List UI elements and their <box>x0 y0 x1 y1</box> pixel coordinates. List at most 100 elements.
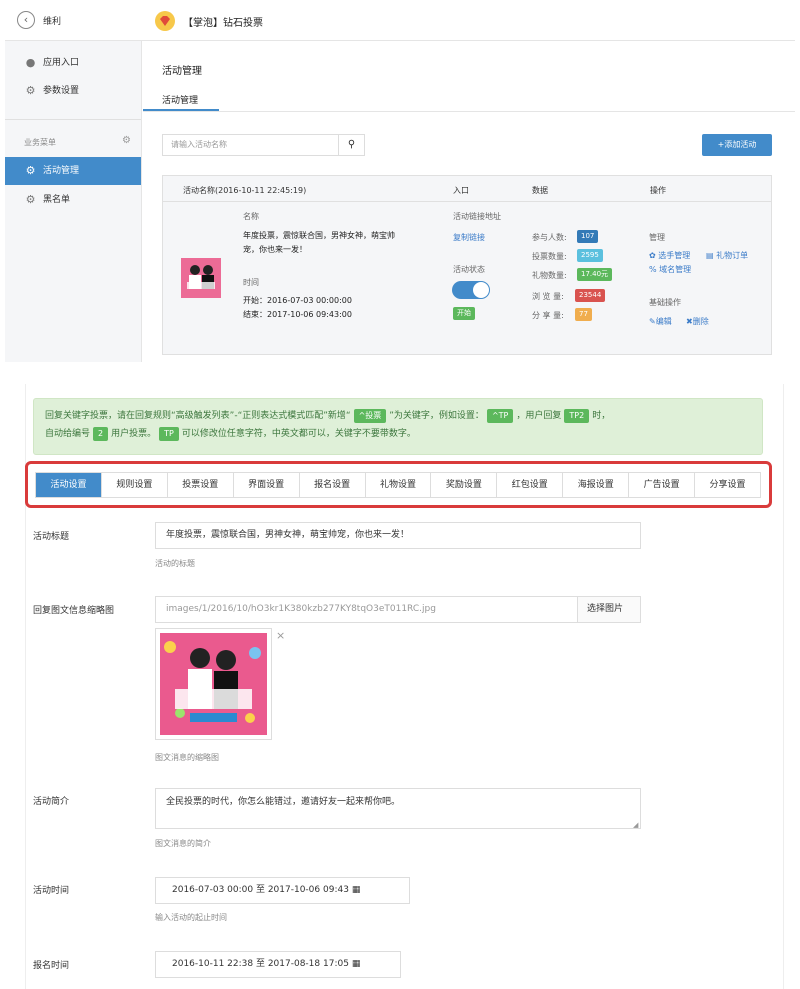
tab-activity-settings[interactable]: 活动设置 <box>36 473 102 497</box>
preview-image <box>160 633 267 735</box>
stat-label: 投票数量: <box>532 252 567 261</box>
stat-label: 礼物数量: <box>532 271 567 280</box>
time-range-value: 2016-07-03 00:00 至 2017-10-06 09:43 <box>172 885 349 895</box>
tab-gift-settings[interactable]: 礼物设置 <box>366 473 432 497</box>
title-help: 活动的标题 <box>155 559 195 568</box>
gear-icon[interactable]: ⚙ <box>122 135 131 146</box>
intro-textarea[interactable]: 全民投票的时代，你怎么能错过，邀请好友一起来帮你吧。 <box>155 788 641 829</box>
intro-help: 图文消息的简介 <box>155 839 211 848</box>
domain-manage-link[interactable]: % 域名管理 <box>649 264 691 275</box>
tab-ui-settings[interactable]: 界面设置 <box>234 473 300 497</box>
tab-poster-settings[interactable]: 海报设置 <box>563 473 630 497</box>
end-time: 结束：2017-10-06 09:43:00 <box>243 310 352 319</box>
calendar-icon: ▦ <box>351 885 361 895</box>
toggle-knob <box>473 282 489 298</box>
tab-activity-manage[interactable]: 活动管理 <box>162 93 198 106</box>
sidebar-item-blacklist[interactable]: ⚙ 黑名单 <box>5 186 141 214</box>
intro-label: 活动简介 <box>33 797 70 807</box>
signup-time-label: 报名时间 <box>33 961 70 971</box>
stat-badge: 77 <box>575 308 592 321</box>
add-activity-button[interactable]: +添加活动 <box>702 134 772 156</box>
signup-time-input[interactable]: 2016-10-11 22:38 至 2017-08-18 17:05 ▦ <box>155 951 401 978</box>
copy-link[interactable]: 复制链接 <box>453 232 485 243</box>
thumb-label: 回复图文信息缩略图 <box>33 606 115 616</box>
notice-text: 回复关键字投票，请在回复规则“高级触发列表”-“正则表达式模式匹配”新增“ <box>45 411 351 421</box>
choose-image-button[interactable]: 选择图片 <box>577 596 641 623</box>
basic-ops-label: 基础操作 <box>649 298 681 307</box>
thumbnail-image <box>181 258 221 298</box>
status-toggle[interactable] <box>452 281 490 299</box>
sidebar-section-title: 业务菜单 <box>24 138 56 147</box>
sidebar-item-activity[interactable]: ⚙ 活动管理 <box>5 157 141 185</box>
notice-text: 自动给编号 <box>45 429 91 439</box>
sidebar-item-label: 黑名单 <box>43 195 71 205</box>
search-icon: ⚲ <box>347 139 356 150</box>
page-title: 活动管理 <box>162 66 202 77</box>
activity-name-line1: 年度投票，震惊联合国，男神女神，萌宝帅 <box>243 231 395 240</box>
search-button[interactable]: ⚲ <box>339 134 365 156</box>
title-label: 活动标题 <box>33 532 70 542</box>
notice-tag: ^TP <box>486 409 514 423</box>
col-activity: 活动名称(2016-10-11 22:45:19) <box>183 186 307 195</box>
divider <box>5 119 141 120</box>
notice-text: ”为关键字，例如设置： <box>389 411 484 421</box>
player-manage-link[interactable]: ✿ 选手管理 <box>649 250 690 261</box>
notice-text: ，用户回复 <box>516 411 562 421</box>
stat-label: 参与人数: <box>532 233 567 242</box>
divider <box>143 111 795 112</box>
sidebar-item-label: 参数设置 <box>43 86 80 96</box>
back-label[interactable]: 维利 <box>43 14 61 27</box>
activity-time-input[interactable]: 2016-07-03 00:00 至 2017-10-06 09:43 ▦ <box>155 877 410 904</box>
app-logo <box>155 11 175 31</box>
stat-badge: 2595 <box>577 249 603 262</box>
notice-tag: ^投票 <box>353 409 387 423</box>
sidebar-item-app-entry[interactable]: ● 应用入口 <box>5 49 141 77</box>
stat-badge: 107 <box>577 230 599 243</box>
thumb-help: 图文消息的缩略图 <box>155 753 219 762</box>
keyword-notice: 回复关键字投票，请在回复规则“高级触发列表”-“正则表达式模式匹配”新增“ ^投票… <box>33 398 763 455</box>
time-label: 时间 <box>243 278 259 287</box>
edit-icon: ✎ <box>649 317 656 326</box>
stat-badge: 23544 <box>575 289 606 302</box>
chat-icon: ● <box>25 56 36 69</box>
edit-link[interactable]: ✎编辑 <box>649 316 672 327</box>
entry-link-label: 活动链接地址 <box>453 212 501 221</box>
gift-order-link[interactable]: ▤ 礼物订单 <box>706 250 748 261</box>
gear-icon: ⚙ <box>25 164 36 177</box>
status-badge: 开始 <box>453 307 475 320</box>
divider <box>783 384 784 989</box>
time-label: 活动时间 <box>33 886 70 896</box>
settings-tabs: 活动设置 规则设置 投票设置 界面设置 报名设置 礼物设置 奖励设置 红包设置 … <box>35 472 761 498</box>
sidebar-item-label: 活动管理 <box>43 166 80 176</box>
status-label: 活动状态 <box>453 265 485 274</box>
tab-share-settings[interactable]: 分享设置 <box>695 473 760 497</box>
notice-tag: 2 <box>93 427 109 441</box>
notice-text: 时， <box>592 411 611 421</box>
tab-vote-settings[interactable]: 投票设置 <box>168 473 234 497</box>
tab-rule-settings[interactable]: 规则设置 <box>102 473 168 497</box>
time-help: 输入活动的起止时间 <box>155 913 227 922</box>
remove-image-icon[interactable]: × <box>276 629 285 642</box>
tab-redpacket-settings[interactable]: 红包设置 <box>497 473 564 497</box>
gear-icon: ⚙ <box>25 84 36 97</box>
delete-link[interactable]: ✖删除 <box>686 316 709 327</box>
tab-signup-settings[interactable]: 报名设置 <box>300 473 366 497</box>
back-icon[interactable]: ‹ <box>17 11 35 29</box>
calendar-icon: ▦ <box>351 959 361 969</box>
resize-handle-icon[interactable]: ◢ <box>633 821 638 829</box>
tab-reward-settings[interactable]: 奖励设置 <box>431 473 498 497</box>
admin-panel-top: ‹ 维利 【掌泡】钻石投票 ● 应用入口 ⚙ 参数设置 业务菜单 ⚙ ⚙ 活动管… <box>0 0 800 362</box>
title-input[interactable]: 年度投票，震惊联合国，男神女神，萌宝帅宠，你也来一发！ <box>155 522 641 549</box>
stat-label: 分 享 量: <box>532 311 564 320</box>
settings-tabs-highlight: 活动设置 规则设置 投票设置 界面设置 报名设置 礼物设置 奖励设置 红包设置 … <box>25 461 772 508</box>
gear-icon: ✿ <box>649 251 659 260</box>
stat-label: 浏 览 量: <box>532 292 564 301</box>
sidebar-item-params[interactable]: ⚙ 参数设置 <box>5 77 141 105</box>
signup-range-value: 2016-10-11 22:38 至 2017-08-18 17:05 <box>172 959 349 969</box>
thumb-path-input[interactable]: images/1/2016/10/hO3kr1K380kzb277KY8tqO3… <box>155 596 578 623</box>
manage-label: 管理 <box>649 233 665 242</box>
gear-icon: ⚙ <box>25 193 36 206</box>
name-label: 名称 <box>243 212 259 221</box>
search-input[interactable]: 请输入活动名称 <box>162 134 339 156</box>
tab-ad-settings[interactable]: 广告设置 <box>629 473 696 497</box>
